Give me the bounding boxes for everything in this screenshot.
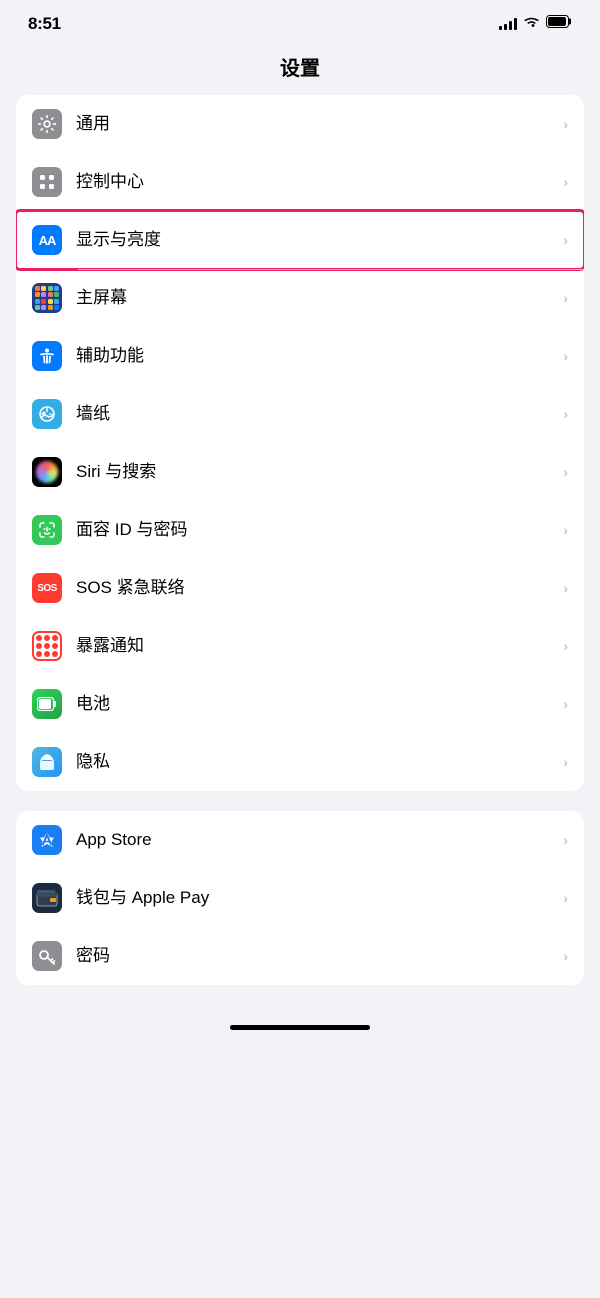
privacy-label: 隐私 xyxy=(76,752,555,772)
status-icons xyxy=(499,15,572,33)
settings-item-privacy[interactable]: 隐私 › xyxy=(16,733,584,791)
settings-item-accessibility[interactable]: 辅助功能 › xyxy=(16,327,584,385)
display-icon: AA xyxy=(32,225,62,255)
display-label: 显示与亮度 xyxy=(76,230,555,250)
battery-icon xyxy=(546,15,572,33)
settings-item-display[interactable]: AA 显示与亮度 › xyxy=(16,211,584,269)
sos-chevron: › xyxy=(563,580,568,596)
battery-chevron: › xyxy=(563,696,568,712)
settings-item-passwords[interactable]: 密码 › xyxy=(16,927,584,985)
control-center-chevron: › xyxy=(563,174,568,190)
wallpaper-label: 墙纸 xyxy=(76,404,555,424)
exposure-icon xyxy=(32,631,62,661)
wallpaper-chevron: › xyxy=(563,406,568,422)
settings-item-wallpaper[interactable]: 墙纸 › xyxy=(16,385,584,443)
signal-icon xyxy=(499,18,517,30)
settings-item-sos[interactable]: SOS SOS 紧急联络 › xyxy=(16,559,584,617)
settings-item-home-screen[interactable]: 主屏幕 › xyxy=(16,269,584,327)
siri-label: Siri 与搜索 xyxy=(76,462,555,482)
control-center-label: 控制中心 xyxy=(76,172,555,192)
siri-chevron: › xyxy=(563,464,568,480)
settings-item-battery[interactable]: 电池 › xyxy=(16,675,584,733)
display-chevron: › xyxy=(563,232,568,248)
page-title: 设置 xyxy=(0,52,600,81)
exposure-chevron: › xyxy=(563,638,568,654)
wifi-icon xyxy=(523,15,540,33)
battery-item-icon xyxy=(32,689,62,719)
settings-item-faceid[interactable]: 面容 ID 与密码 › xyxy=(16,501,584,559)
settings-item-exposure[interactable]: 暴露通知 › xyxy=(16,617,584,675)
settings-section-2: App Store › 钱包与 Apple Pay › xyxy=(0,811,600,985)
wallpaper-icon xyxy=(32,399,62,429)
control-center-icon xyxy=(32,167,62,197)
faceid-label: 面容 ID 与密码 xyxy=(76,520,555,540)
privacy-icon xyxy=(32,747,62,777)
battery-label: 电池 xyxy=(76,694,555,714)
appstore-label: App Store xyxy=(76,830,555,850)
settings-item-siri[interactable]: Siri 与搜索 › xyxy=(16,443,584,501)
wallet-label: 钱包与 Apple Pay xyxy=(76,888,555,908)
status-time: 8:51 xyxy=(28,14,61,34)
sos-label: SOS 紧急联络 xyxy=(76,578,555,598)
faceid-chevron: › xyxy=(563,522,568,538)
home-screen-label: 主屏幕 xyxy=(76,288,555,308)
home-bar xyxy=(230,1025,370,1030)
faceid-icon xyxy=(32,515,62,545)
status-bar: 8:51 xyxy=(0,0,600,44)
settings-item-wallet[interactable]: 钱包与 Apple Pay › xyxy=(16,869,584,927)
settings-group-2: App Store › 钱包与 Apple Pay › xyxy=(16,811,584,985)
settings-item-appstore[interactable]: App Store › xyxy=(16,811,584,869)
general-icon xyxy=(32,109,62,139)
privacy-chevron: › xyxy=(563,754,568,770)
home-screen-chevron: › xyxy=(563,290,568,306)
wallet-chevron: › xyxy=(563,890,568,906)
home-indicator xyxy=(0,1005,600,1038)
accessibility-icon xyxy=(32,341,62,371)
home-screen-icon xyxy=(32,283,62,313)
appstore-icon xyxy=(32,825,62,855)
exposure-label: 暴露通知 xyxy=(76,636,555,656)
page-title-bar: 设置 xyxy=(0,44,600,95)
passwords-label: 密码 xyxy=(76,946,555,966)
sos-icon: SOS xyxy=(32,573,62,603)
siri-icon xyxy=(32,457,62,487)
appstore-chevron: › xyxy=(563,832,568,848)
accessibility-chevron: › xyxy=(563,348,568,364)
settings-group-1: 通用 › 控制中心 › AA 显示与亮度 › xyxy=(16,95,584,791)
accessibility-label: 辅助功能 xyxy=(76,346,555,366)
settings-item-control-center[interactable]: 控制中心 › xyxy=(16,153,584,211)
key-icon xyxy=(32,941,62,971)
general-label: 通用 xyxy=(76,114,555,134)
passwords-chevron: › xyxy=(563,948,568,964)
wallet-icon xyxy=(32,883,62,913)
settings-item-general[interactable]: 通用 › xyxy=(16,95,584,153)
general-chevron: › xyxy=(563,116,568,132)
settings-section-1: 通用 › 控制中心 › AA 显示与亮度 › xyxy=(0,95,600,791)
